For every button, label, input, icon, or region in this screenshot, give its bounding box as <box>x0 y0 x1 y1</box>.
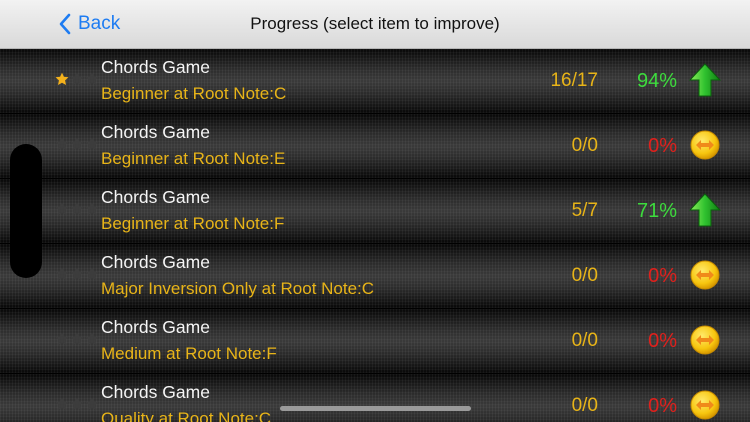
item-title: Chords Game <box>101 187 210 207</box>
item-title: Chords Game <box>101 382 210 402</box>
item-subtitle: Medium at Root Note:F <box>101 344 277 363</box>
item-score: 16/17 <box>550 70 598 91</box>
item-score: 0/0 <box>571 395 598 416</box>
improve-coin-icon <box>690 390 720 420</box>
item-percent: 0% <box>648 265 677 287</box>
side-panel-handle[interactable] <box>10 144 42 278</box>
star-empty-icon <box>85 332 99 345</box>
rating-stars <box>55 397 99 411</box>
item-subtitle: Major Inversion Only at Root Note:C <box>101 279 375 298</box>
progress-list: Chords Game Beginner at Root Note:C 16/1… <box>0 49 750 422</box>
star-empty-icon <box>70 202 84 215</box>
star-empty-icon <box>85 72 99 85</box>
list-item[interactable]: Chords Game Beginner at Root Note:F 5/7 … <box>0 179 750 244</box>
item-score: 5/7 <box>571 200 598 221</box>
star-empty-icon <box>55 397 69 410</box>
star-empty-icon <box>70 397 84 410</box>
star-empty-icon <box>55 202 69 215</box>
star-empty-icon <box>55 137 69 150</box>
home-indicator[interactable] <box>280 406 471 411</box>
item-subtitle: Beginner at Root Note:C <box>101 84 287 103</box>
rating-stars <box>55 332 99 346</box>
star-empty-icon <box>55 267 69 280</box>
item-title: Chords Game <box>101 252 210 272</box>
star-empty-icon <box>85 137 99 150</box>
item-score: 0/0 <box>571 135 598 156</box>
star-empty-icon <box>70 267 84 280</box>
rating-stars <box>55 72 99 86</box>
navigation-bar: Back Progress (select item to improve) <box>0 0 750 49</box>
rating-stars <box>55 267 99 281</box>
list-item[interactable]: Chords Game Beginner at Root Note:E 0/0 … <box>0 114 750 179</box>
star-empty-icon <box>85 202 99 215</box>
star-empty-icon <box>70 137 84 150</box>
item-percent: 0% <box>648 395 677 417</box>
star-empty-icon <box>70 332 84 345</box>
rating-stars <box>55 202 99 216</box>
item-percent: 0% <box>648 135 677 157</box>
star-empty-icon <box>85 397 99 410</box>
star-empty-icon <box>55 332 69 345</box>
item-subtitle: Quality at Root Note:C <box>101 409 272 422</box>
item-score: 0/0 <box>571 265 598 286</box>
list-item[interactable]: Chords Game Quality at Root Note:C 0/0 0… <box>0 374 750 422</box>
improve-coin-icon <box>690 325 720 355</box>
item-title: Chords Game <box>101 122 210 142</box>
up-arrow-icon <box>689 193 721 227</box>
item-percent: 71% <box>636 200 677 222</box>
page-title: Progress (select item to improve) <box>250 14 500 33</box>
star-empty-icon <box>85 267 99 280</box>
item-title: Chords Game <box>101 57 210 77</box>
item-score: 0/0 <box>571 330 598 351</box>
improve-coin-icon <box>690 130 720 160</box>
star-filled-icon <box>55 72 69 85</box>
item-percent: 94% <box>636 70 677 92</box>
rating-stars <box>55 137 99 151</box>
list-item[interactable]: Chords Game Major Inversion Only at Root… <box>0 244 750 309</box>
star-empty-icon <box>70 72 84 85</box>
list-item[interactable]: Chords Game Beginner at Root Note:C 16/1… <box>0 49 750 114</box>
up-arrow-icon <box>689 63 721 97</box>
improve-coin-icon <box>690 260 720 290</box>
list-item[interactable]: Chords Game Medium at Root Note:F 0/0 0% <box>0 309 750 374</box>
item-title: Chords Game <box>101 317 210 337</box>
item-percent: 0% <box>648 330 677 352</box>
item-subtitle: Beginner at Root Note:E <box>101 149 286 168</box>
item-subtitle: Beginner at Root Note:F <box>101 214 285 233</box>
